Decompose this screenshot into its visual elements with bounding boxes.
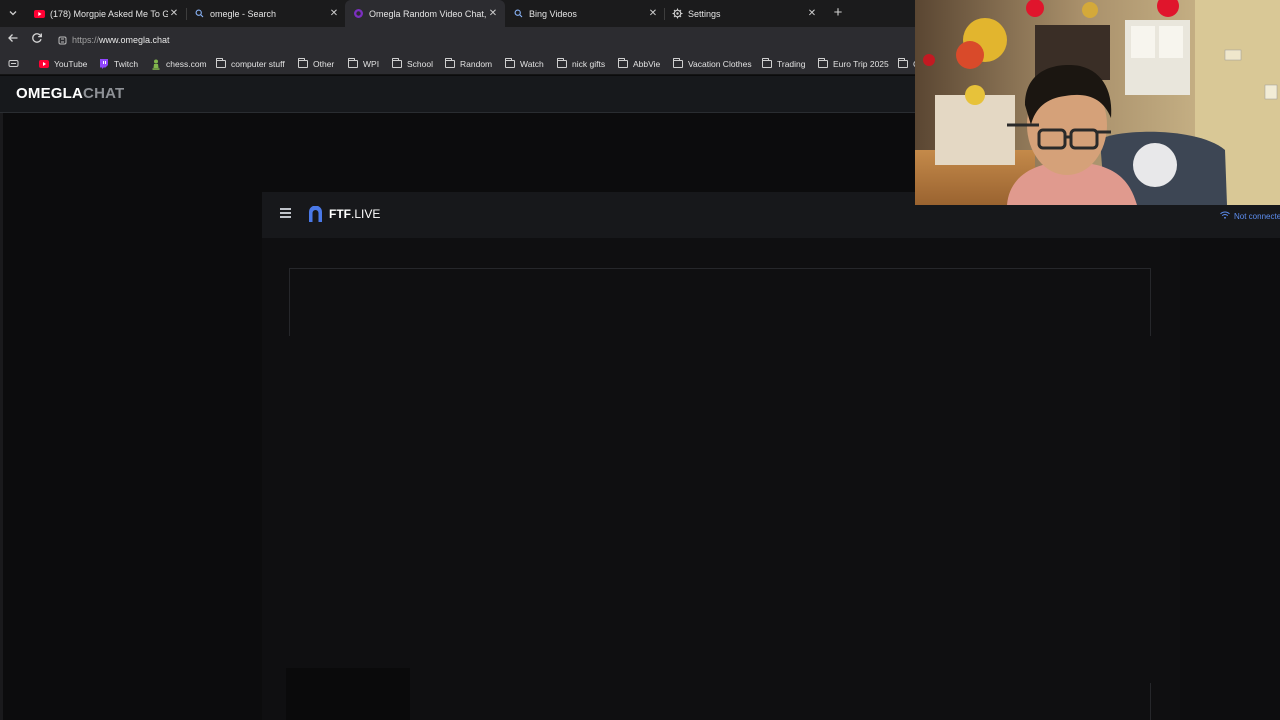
webcam-feed-image	[915, 0, 1280, 205]
folder-icon	[761, 58, 772, 70]
bookmark-label: WPI	[363, 59, 380, 69]
folder-icon	[504, 58, 515, 70]
folder-icon	[347, 58, 358, 70]
tab-list-chevron-icon[interactable]	[4, 4, 22, 22]
site-logo[interactable]: OMEGLACHAT	[16, 85, 124, 102]
folder-icon	[617, 58, 628, 70]
bookmark-folder-vacation-clothes[interactable]: Vacation Clothes	[672, 53, 752, 75]
bookmark-chess[interactable]: chess.com	[150, 53, 207, 75]
bookmark-label: nick gifts	[572, 59, 606, 69]
bookmark-label: YouTube	[54, 59, 88, 69]
folder-icon	[215, 58, 226, 70]
tab-title: Settings	[688, 8, 721, 19]
bookmark-folder-wpi[interactable]: WPI	[347, 53, 379, 75]
bookmark-label: AbbVie	[633, 59, 661, 69]
back-arrow-icon[interactable]	[5, 32, 21, 48]
bookmark-label: Watch	[520, 59, 544, 69]
chat-body	[262, 238, 1180, 720]
bookmark-label: Trading	[777, 59, 806, 69]
tab-close-icon[interactable]: ✕	[806, 8, 818, 19]
bookmark-youtube[interactable]: YouTube	[38, 53, 87, 75]
ftf-embed: FTF.LIVE Not connecte	[262, 192, 1280, 720]
tab-youtube[interactable]: (178) Morgpie Asked Me To Go To ✕	[26, 0, 186, 27]
logo-text-chat: CHAT	[83, 85, 125, 102]
address-bar[interactable]: https://www.omegla.chat	[50, 30, 950, 50]
bookmark-label: computer stuff	[231, 59, 285, 69]
search-icon	[194, 8, 205, 19]
bookmark-folder-random[interactable]: Random	[444, 53, 492, 75]
folder-icon	[556, 58, 567, 70]
tab-close-icon[interactable]: ✕	[168, 8, 180, 19]
chess-icon	[150, 59, 161, 70]
tab-close-icon[interactable]: ✕	[487, 8, 499, 19]
bookmark-folder-watch[interactable]: Watch	[504, 53, 544, 75]
bookmark-folder-trading[interactable]: Trading	[761, 53, 806, 75]
url-host: www.omegla.chat	[99, 35, 170, 45]
folder-icon	[297, 58, 308, 70]
video-frame-lower	[289, 683, 1151, 720]
bookmark-label: Random	[460, 59, 493, 69]
tab-omegla-chat[interactable]: Omegla Random Video Chat, The ✕	[345, 0, 505, 27]
folder-icon	[817, 58, 828, 70]
bookmark-label: chess.com	[166, 59, 207, 69]
stranger-video-frame	[289, 268, 1151, 336]
bookmark-label: Other	[313, 59, 335, 69]
folder-icon	[444, 58, 455, 70]
ftf-brand-bold: FTF	[329, 207, 351, 221]
collections-icon[interactable]	[8, 58, 20, 70]
tab-close-icon[interactable]: ✕	[647, 8, 659, 19]
bookmark-label: Euro Trip 2025	[833, 59, 889, 69]
youtube-icon	[34, 8, 45, 19]
bookmark-folder-nick-gifts[interactable]: nick gifts	[556, 53, 605, 75]
side-panel	[1180, 238, 1280, 720]
url-protocol: https://	[72, 35, 100, 45]
twitch-icon	[98, 59, 109, 70]
tab-title: omegle - Search	[210, 8, 277, 19]
bookmark-label: Vacation Clothes	[688, 59, 752, 69]
hamburger-menu-icon[interactable]	[280, 208, 291, 218]
ftf-brand-rest: .LIVE	[351, 207, 381, 221]
bookmark-folder-abbvie[interactable]: AbbVie	[617, 53, 660, 75]
logo-text-omegla: OMEGLA	[16, 85, 84, 102]
left-edge-rule	[0, 113, 3, 720]
folder-icon	[897, 58, 908, 70]
webcam-overlay	[915, 0, 1280, 205]
search-icon	[513, 8, 524, 19]
bookmark-folder-school[interactable]: School	[391, 53, 433, 75]
tab-title: Omegla Random Video Chat, The	[369, 8, 487, 19]
self-video-thumbnail	[286, 668, 410, 720]
gear-icon	[672, 8, 683, 19]
bookmark-folder-euro-trip[interactable]: Euro Trip 2025	[817, 53, 889, 75]
new-tab-plus-icon[interactable]: +	[830, 5, 846, 21]
tab-title: Bing Videos	[529, 8, 577, 19]
tab-bing-videos[interactable]: Bing Videos ✕	[505, 0, 665, 27]
bookmark-label: Twitch	[114, 59, 139, 69]
site-info-icon[interactable]	[58, 36, 67, 45]
tab-title: (178) Morgpie Asked Me To Go To	[50, 8, 168, 19]
bookmark-label: School	[407, 59, 433, 69]
folder-icon	[391, 58, 402, 70]
ftf-logo-icon	[308, 205, 323, 223]
connection-status: Not connecte	[1220, 211, 1280, 221]
folder-icon	[672, 58, 683, 70]
bookmark-folder-computer-stuff[interactable]: computer stuff	[215, 53, 285, 75]
bookmark-twitch[interactable]: Twitch	[98, 53, 138, 75]
tab-settings[interactable]: Settings ✕	[664, 0, 824, 27]
youtube-icon	[38, 59, 49, 70]
tab-omegle-search[interactable]: omegle - Search ✕	[186, 0, 346, 27]
omegla-icon	[353, 8, 364, 19]
reload-icon[interactable]	[29, 32, 45, 48]
connection-status-text: Not connecte	[1234, 211, 1280, 221]
ftf-brand[interactable]: FTF.LIVE	[329, 207, 380, 221]
tab-close-icon[interactable]: ✕	[328, 8, 340, 19]
bookmark-folder-other[interactable]: Other	[297, 53, 334, 75]
wifi-icon	[1220, 211, 1230, 221]
